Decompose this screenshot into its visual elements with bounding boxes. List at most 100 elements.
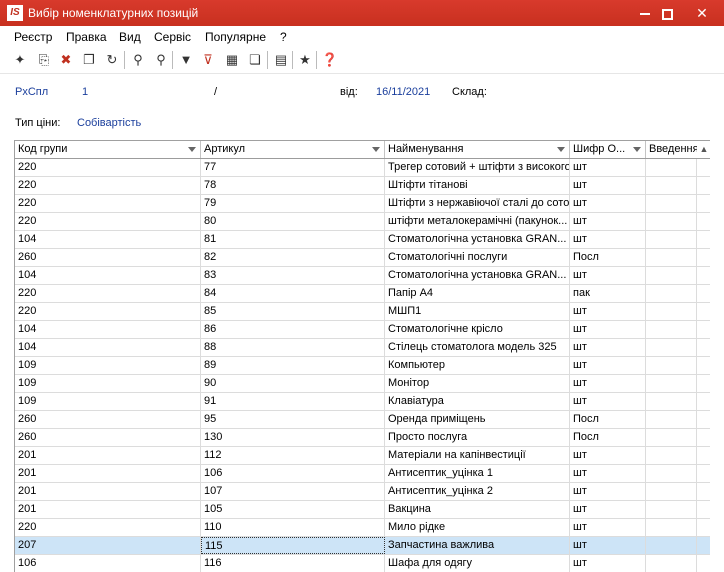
column-header-name[interactable]: Найменування bbox=[385, 141, 570, 158]
table-row[interactable]: 220 84 Папір А4 пак bbox=[15, 285, 710, 303]
table-cell[interactable]: 260 bbox=[15, 249, 201, 266]
menu-help[interactable]: ? bbox=[280, 30, 287, 44]
table-cell[interactable]: Стоматологічна установка GRAN... bbox=[385, 267, 570, 284]
table-cell[interactable]: Компьютер bbox=[385, 357, 570, 374]
dropdown-arrow-icon[interactable] bbox=[557, 147, 565, 152]
table-cell[interactable]: 86 bbox=[201, 321, 385, 338]
table-row[interactable]: 201 106 Антисептик_уцінка 1 шт bbox=[15, 465, 710, 483]
table-cell[interactable]: Антисептик_уцінка 2 bbox=[385, 483, 570, 500]
table-cell[interactable]: 80 bbox=[201, 213, 385, 230]
table-cell[interactable]: шт bbox=[570, 537, 646, 554]
table-row[interactable]: 104 88 Стілець стоматолога модель 325 шт bbox=[15, 339, 710, 357]
table-row[interactable]: 220 78 Штіфти тітанові шт bbox=[15, 177, 710, 195]
table-cell[interactable]: 201 bbox=[15, 447, 201, 464]
table-cell[interactable] bbox=[646, 177, 697, 194]
table-cell[interactable]: шт bbox=[570, 213, 646, 230]
table-row[interactable]: 260 130 Просто послуга Посл bbox=[15, 429, 710, 447]
table-cell[interactable]: Шафа для одягу bbox=[385, 555, 570, 572]
dropdown-arrow-icon[interactable] bbox=[188, 147, 196, 152]
table-row[interactable]: 109 89 Компьютер шт bbox=[15, 357, 710, 375]
table-cell[interactable]: шт bbox=[570, 375, 646, 392]
table-row[interactable]: 260 95 Оренда приміщень Посл bbox=[15, 411, 710, 429]
close-button[interactable]: ✕ bbox=[680, 0, 724, 26]
favorite-icon[interactable]: ★ bbox=[295, 50, 315, 70]
table-icon[interactable]: ▦ bbox=[222, 50, 242, 70]
table-cell[interactable]: 83 bbox=[201, 267, 385, 284]
table-row[interactable]: 220 77 Трегер сотовий + штіфти з високого.… bbox=[15, 159, 710, 177]
table-cell[interactable]: шт bbox=[570, 393, 646, 410]
table-cell[interactable]: 79 bbox=[201, 195, 385, 212]
table-cell[interactable] bbox=[646, 285, 697, 302]
clear-filter-icon[interactable]: ⊽ bbox=[198, 50, 218, 70]
table-row[interactable]: 220 80 штіфти металокерамічні (пакунок... ш… bbox=[15, 213, 710, 231]
table-row[interactable]: 201 107 Антисептик_уцінка 2 шт bbox=[15, 483, 710, 501]
table-cell[interactable] bbox=[646, 339, 697, 356]
table-cell[interactable]: пак bbox=[570, 285, 646, 302]
table-cell[interactable]: 220 bbox=[15, 195, 201, 212]
refresh-icon[interactable]: ↻ bbox=[102, 50, 122, 70]
column-header-unit-code[interactable]: Шифр О... bbox=[570, 141, 646, 158]
table-cell[interactable]: шт bbox=[570, 231, 646, 248]
table-cell[interactable]: 77 bbox=[201, 159, 385, 176]
table-cell[interactable]: 201 bbox=[15, 501, 201, 518]
menu-edit[interactable]: Правка bbox=[66, 30, 107, 44]
table-cell[interactable]: 110 bbox=[201, 519, 385, 536]
table-cell[interactable]: 260 bbox=[15, 429, 201, 446]
table-cell[interactable]: Посл bbox=[570, 411, 646, 428]
table-cell[interactable] bbox=[646, 375, 697, 392]
table-cell[interactable] bbox=[646, 465, 697, 482]
table-cell[interactable]: 106 bbox=[15, 555, 201, 572]
table-cell[interactable]: Оренда приміщень bbox=[385, 411, 570, 428]
table-cell[interactable]: Трегер сотовий + штіфти з високого... bbox=[385, 159, 570, 176]
export-icon[interactable]: ❏ bbox=[245, 50, 265, 70]
new-doc-icon[interactable]: ✦ bbox=[10, 50, 30, 70]
table-cell[interactable] bbox=[646, 519, 697, 536]
table-cell[interactable]: шт bbox=[570, 339, 646, 356]
table-cell[interactable]: Папір А4 bbox=[385, 285, 570, 302]
report-icon[interactable]: ▤ bbox=[271, 50, 291, 70]
table-cell[interactable]: Клавіатура bbox=[385, 393, 570, 410]
table-row[interactable]: 109 90 Монітор шт bbox=[15, 375, 710, 393]
table-cell[interactable] bbox=[646, 447, 697, 464]
table-row[interactable]: 104 86 Стоматологічне крісло шт bbox=[15, 321, 710, 339]
table-cell[interactable]: Мило рідке bbox=[385, 519, 570, 536]
menu-service[interactable]: Сервіс bbox=[154, 30, 191, 44]
table-cell[interactable] bbox=[646, 213, 697, 230]
table-cell[interactable] bbox=[646, 303, 697, 320]
table-cell[interactable]: 84 bbox=[201, 285, 385, 302]
table-cell[interactable]: 95 bbox=[201, 411, 385, 428]
table-cell[interactable]: Вакцина bbox=[385, 501, 570, 518]
table-cell[interactable]: 104 bbox=[15, 231, 201, 248]
table-cell[interactable]: 78 bbox=[201, 177, 385, 194]
table-cell[interactable]: Матеріали на капінвестиції bbox=[385, 447, 570, 464]
table-cell[interactable]: 130 bbox=[201, 429, 385, 446]
table-cell[interactable]: 201 bbox=[15, 465, 201, 482]
table-cell[interactable]: 91 bbox=[201, 393, 385, 410]
table-row[interactable]: 201 112 Матеріали на капінвестиції шт bbox=[15, 447, 710, 465]
table-cell[interactable]: Стоматологічне крісло bbox=[385, 321, 570, 338]
table-cell[interactable]: 220 bbox=[15, 519, 201, 536]
table-cell[interactable]: 107 bbox=[201, 483, 385, 500]
table-cell[interactable]: 89 bbox=[201, 357, 385, 374]
table-cell[interactable]: шт bbox=[570, 177, 646, 194]
table-cell[interactable]: Стоматологічні послуги bbox=[385, 249, 570, 266]
table-cell[interactable]: 90 bbox=[201, 375, 385, 392]
table-cell[interactable]: шт bbox=[570, 483, 646, 500]
table-cell[interactable]: 260 bbox=[15, 411, 201, 428]
table-cell[interactable]: 109 bbox=[15, 393, 201, 410]
table-cell[interactable]: шт bbox=[570, 195, 646, 212]
table-cell[interactable]: Штіфти з нержавіючої сталі до сотового..… bbox=[385, 195, 570, 212]
delete-doc-icon[interactable]: ✖ bbox=[56, 50, 76, 70]
maximize-button[interactable] bbox=[652, 0, 682, 26]
table-cell[interactable]: шт bbox=[570, 519, 646, 536]
table-cell[interactable] bbox=[646, 249, 697, 266]
dropdown-arrow-icon[interactable] bbox=[633, 147, 641, 152]
scroll-up-icon[interactable]: ▲ bbox=[697, 141, 710, 158]
duplicate-icon[interactable]: ❐ bbox=[79, 50, 99, 70]
table-cell[interactable]: 201 bbox=[15, 483, 201, 500]
table-cell[interactable]: Стілець стоматолога модель 325 bbox=[385, 339, 570, 356]
table-row[interactable]: 260 82 Стоматологічні послуги Посл bbox=[15, 249, 710, 267]
table-cell[interactable]: шт bbox=[570, 465, 646, 482]
menu-view[interactable]: Вид bbox=[119, 30, 141, 44]
price-type-value[interactable]: Собівартість bbox=[77, 117, 141, 129]
